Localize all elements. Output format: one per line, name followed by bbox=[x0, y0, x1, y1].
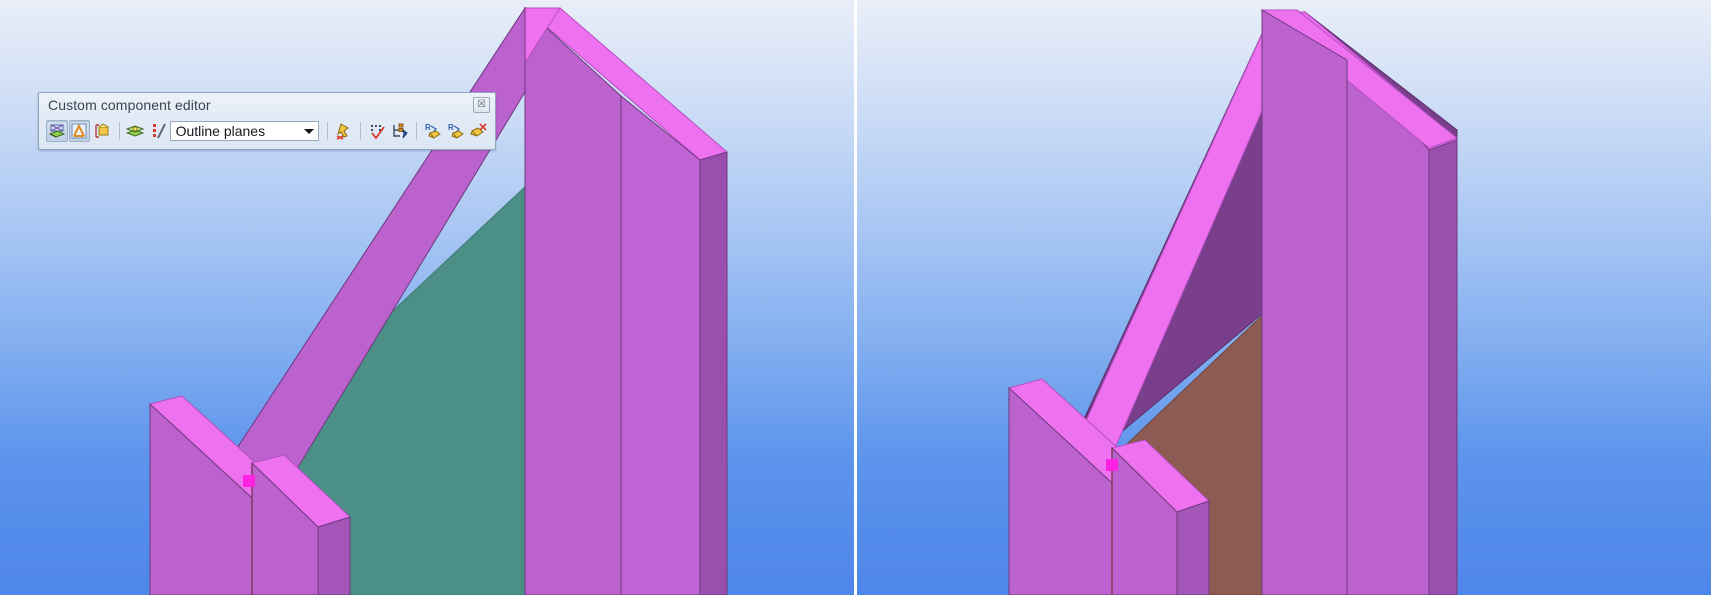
r-flag-plus-icon: R bbox=[424, 122, 442, 140]
panel-toolbar[interactable]: Outline planes R R bbox=[46, 117, 490, 145]
plane-type-select[interactable]: Outline planes bbox=[169, 121, 319, 141]
r-flag-icon: R bbox=[447, 122, 465, 140]
red-dots-ruler-icon bbox=[149, 122, 167, 140]
edit-reference-flag-button[interactable]: R bbox=[445, 120, 467, 142]
right-model-canvas[interactable] bbox=[857, 0, 1711, 595]
right-plate-thickness-edge bbox=[699, 151, 728, 595]
orange-polygon-icon bbox=[70, 122, 88, 140]
panel-title: Custom component editor bbox=[48, 97, 211, 113]
right-plate-side-face bbox=[620, 94, 701, 595]
green-planes-icon bbox=[126, 122, 145, 140]
yellow-pointer-icon bbox=[335, 122, 353, 140]
left-viewport[interactable]: Custom component editor ☒ Outline planes… bbox=[0, 0, 854, 595]
right-plate-front-face bbox=[1346, 58, 1430, 595]
toolbar-separator bbox=[118, 122, 120, 140]
plane-type-value: Outline planes bbox=[175, 123, 266, 139]
tree-arrow-icon bbox=[391, 122, 409, 140]
toolbar-separator bbox=[416, 122, 418, 140]
custom-component-editor-panel[interactable]: Custom component editor ☒ Outline planes… bbox=[38, 92, 496, 150]
dotted-check-icon bbox=[368, 122, 386, 140]
measure-button[interactable] bbox=[147, 120, 169, 142]
add-reference-button[interactable]: R bbox=[422, 120, 444, 142]
edit-shape-button[interactable] bbox=[46, 120, 68, 142]
right-plate-front-face bbox=[524, 6, 622, 595]
pick-handle-button[interactable] bbox=[333, 120, 355, 142]
toolbar-separator bbox=[360, 122, 362, 140]
flag-delete-x-icon bbox=[469, 122, 487, 140]
second-plate-side-face bbox=[1176, 500, 1210, 595]
left-model-canvas[interactable] bbox=[0, 0, 854, 595]
close-icon: ☒ bbox=[477, 99, 486, 110]
svg-text:R: R bbox=[425, 123, 431, 132]
plane-stack-button[interactable] bbox=[125, 120, 147, 142]
right-viewport[interactable]: Custom component editor ✕ bbox=[857, 0, 1711, 595]
right-plate-side-face bbox=[1428, 139, 1458, 595]
toolbar-separator bbox=[326, 122, 328, 140]
yellow-folder-icon bbox=[93, 122, 111, 140]
top-right-column-front bbox=[1261, 9, 1348, 595]
delete-reference-button[interactable] bbox=[468, 120, 490, 142]
tree-branch-button[interactable] bbox=[389, 120, 411, 142]
add-component-button[interactable] bbox=[91, 120, 113, 142]
plane-grid-icon bbox=[48, 122, 66, 140]
second-plate-side-face bbox=[317, 516, 351, 595]
panel-close-button[interactable]: ☒ bbox=[473, 97, 490, 113]
edit-reference-button[interactable] bbox=[68, 120, 91, 142]
screenshot-root: Custom component editor ☒ Outline planes… bbox=[0, 0, 1711, 595]
selection-handle[interactable] bbox=[1106, 459, 1118, 471]
selection-handle[interactable] bbox=[243, 475, 255, 487]
chevron-down-icon[interactable] bbox=[300, 122, 318, 140]
svg-text:R: R bbox=[448, 123, 454, 132]
select-points-button[interactable] bbox=[366, 120, 388, 142]
